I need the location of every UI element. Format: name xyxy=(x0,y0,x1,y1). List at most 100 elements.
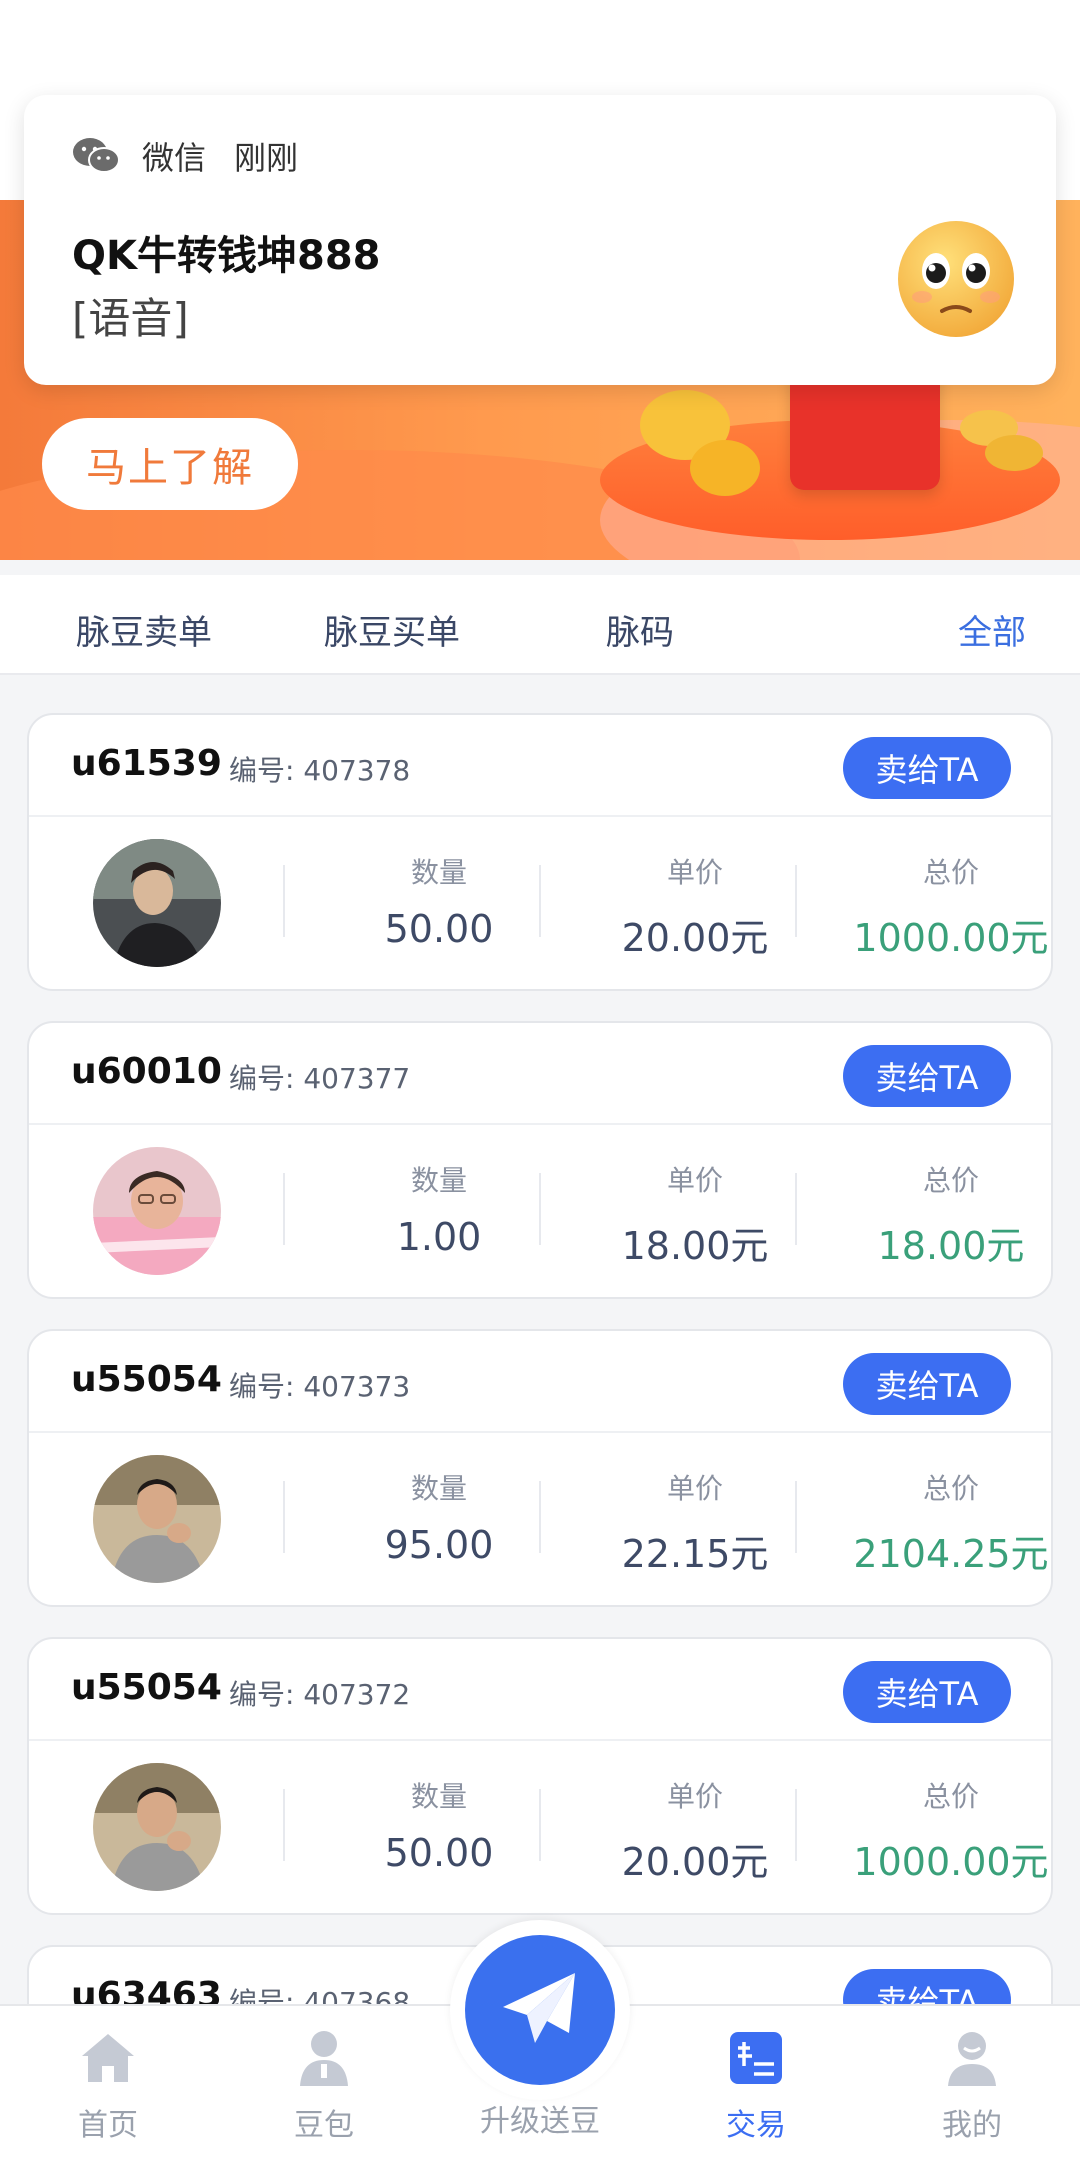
order-username: u55054 xyxy=(71,1359,222,1400)
sell-to-user-button[interactable]: 卖给TA xyxy=(843,1045,1011,1107)
price-value: 22.15元 xyxy=(621,1532,769,1576)
notification-time: 刚刚 xyxy=(234,139,299,177)
order-username: u61539 xyxy=(71,743,222,784)
filter-tabs: 脉豆卖单 脉豆买单 脉码 全部 xyxy=(0,575,1080,675)
divider xyxy=(539,1481,541,1553)
price-label: 单价 xyxy=(666,1472,723,1505)
divider xyxy=(795,1789,797,1861)
order-card: u60010 编号: 407377 卖给TA 数量 1.00 单价 18.00元… xyxy=(27,1021,1053,1299)
tab-codes[interactable]: 脉码 xyxy=(606,605,674,654)
sell-to-user-button[interactable]: 卖给TA xyxy=(843,1661,1011,1723)
sell-to-user-button[interactable]: 卖给TA xyxy=(843,737,1011,799)
order-serial: 编号: 407373 xyxy=(229,1370,411,1403)
price-label: 单价 xyxy=(666,856,723,889)
wechat-icon xyxy=(72,136,120,176)
qty-label: 数量 xyxy=(410,856,467,889)
price-value: 20.00元 xyxy=(621,1840,769,1884)
order-username: u60010 xyxy=(71,1051,222,1092)
order-card: u55054 编号: 407373 卖给TA 数量 95.00 单价 22.15… xyxy=(27,1329,1053,1607)
total-label: 总价 xyxy=(922,1164,979,1197)
price-value: 18.00元 xyxy=(621,1224,769,1268)
qty-value: 50.00 xyxy=(384,907,494,951)
total-column: 总价 18.00元 xyxy=(823,1159,1079,1270)
nav-mine-label: 我的 xyxy=(942,2108,1002,2143)
nav-bean-bag-label: 豆包 xyxy=(294,2108,354,2143)
divider xyxy=(283,1173,285,1245)
avatar[interactable] xyxy=(93,1763,221,1891)
upgrade-gift-button[interactable] xyxy=(465,1935,615,2085)
total-label: 总价 xyxy=(922,1472,979,1505)
paper-plane-icon xyxy=(497,1965,583,2055)
avatar[interactable] xyxy=(93,1455,221,1583)
nav-mine[interactable]: 我的 xyxy=(902,2026,1042,2144)
order-serial: 编号: 407372 xyxy=(229,1678,411,1711)
tab-bean-buy-orders[interactable]: 脉豆买单 xyxy=(324,605,460,654)
qty-column: 数量 50.00 xyxy=(311,851,567,951)
qty-value: 50.00 xyxy=(384,1831,494,1875)
user-bag-icon xyxy=(292,2026,356,2090)
total-value: 18.00元 xyxy=(877,1224,1025,1268)
total-column: 总价 1000.00元 xyxy=(823,851,1079,962)
qty-value: 95.00 xyxy=(384,1523,494,1567)
divider xyxy=(283,865,285,937)
bean-icon xyxy=(690,440,760,496)
divider xyxy=(283,1789,285,1861)
price-column: 单价 20.00元 xyxy=(567,1775,823,1886)
notification-app-name: 微信 xyxy=(142,139,207,177)
upgrade-fab-wrapper xyxy=(450,1920,630,2100)
avatar[interactable] xyxy=(93,839,221,967)
divider xyxy=(795,1173,797,1245)
divider xyxy=(795,865,797,937)
price-column: 单价 18.00元 xyxy=(567,1159,823,1270)
pleading-emoji-icon xyxy=(892,215,1020,343)
order-card-header: u61539 编号: 407378 卖给TA xyxy=(29,715,1051,817)
order-card-header: u60010 编号: 407377 卖给TA xyxy=(29,1023,1051,1125)
coin-icon xyxy=(985,435,1043,471)
total-column: 总价 2104.25元 xyxy=(823,1467,1079,1578)
divider xyxy=(283,1481,285,1553)
wechat-notification[interactable]: 微信 刚刚 QK牛转钱坤888 [语音] xyxy=(24,95,1056,385)
nav-bean-bag[interactable]: 豆包 xyxy=(254,2026,394,2144)
total-value: 1000.00元 xyxy=(853,1840,1049,1884)
divider xyxy=(539,1789,541,1861)
order-card-header: u55054 编号: 407373 卖给TA xyxy=(29,1331,1051,1433)
divider xyxy=(539,865,541,937)
order-username: u55054 xyxy=(71,1667,222,1708)
notification-title: QK牛转钱坤888 xyxy=(72,233,381,279)
qty-label: 数量 xyxy=(410,1472,467,1505)
tab-all[interactable]: 全部 xyxy=(958,605,1026,654)
qty-column: 数量 95.00 xyxy=(311,1467,567,1567)
total-label: 总价 xyxy=(922,856,979,889)
avatar[interactable] xyxy=(93,1147,221,1275)
nav-trade-label: 交易 xyxy=(726,2108,786,2143)
home-icon xyxy=(76,2026,140,2090)
nav-trade[interactable]: 交易 xyxy=(686,2026,826,2144)
total-label: 总价 xyxy=(922,1780,979,1813)
total-value: 2104.25元 xyxy=(853,1532,1049,1576)
price-column: 单价 22.15元 xyxy=(567,1467,823,1578)
qty-value: 1.00 xyxy=(396,1215,482,1259)
divider xyxy=(795,1481,797,1553)
total-column: 总价 1000.00元 xyxy=(823,1775,1079,1886)
divider xyxy=(539,1173,541,1245)
order-card-header: u55054 编号: 407372 卖给TA xyxy=(29,1639,1051,1741)
qty-column: 数量 50.00 xyxy=(311,1775,567,1875)
price-label: 单价 xyxy=(666,1780,723,1813)
price-value: 20.00元 xyxy=(621,916,769,960)
nav-home[interactable]: 首页 xyxy=(38,2026,178,2144)
price-column: 单价 20.00元 xyxy=(567,851,823,962)
learn-more-button[interactable]: 马上了解 xyxy=(42,418,298,510)
qty-label: 数量 xyxy=(410,1780,467,1813)
sell-to-user-button[interactable]: 卖给TA xyxy=(843,1353,1011,1415)
order-card: u55054 编号: 407372 卖给TA 数量 50.00 单价 20.00… xyxy=(27,1637,1053,1915)
order-serial: 编号: 407378 xyxy=(229,754,411,787)
nav-upgrade-label: 升级送豆 xyxy=(480,2104,600,2139)
nav-home-label: 首页 xyxy=(78,2108,138,2143)
price-label: 单价 xyxy=(666,1164,723,1197)
qty-column: 数量 1.00 xyxy=(311,1159,567,1259)
qty-label: 数量 xyxy=(410,1164,467,1197)
trade-icon xyxy=(724,2026,788,2090)
order-serial: 编号: 407377 xyxy=(229,1062,411,1095)
tab-bean-sell-orders[interactable]: 脉豆卖单 xyxy=(76,605,212,654)
total-value: 1000.00元 xyxy=(853,916,1049,960)
